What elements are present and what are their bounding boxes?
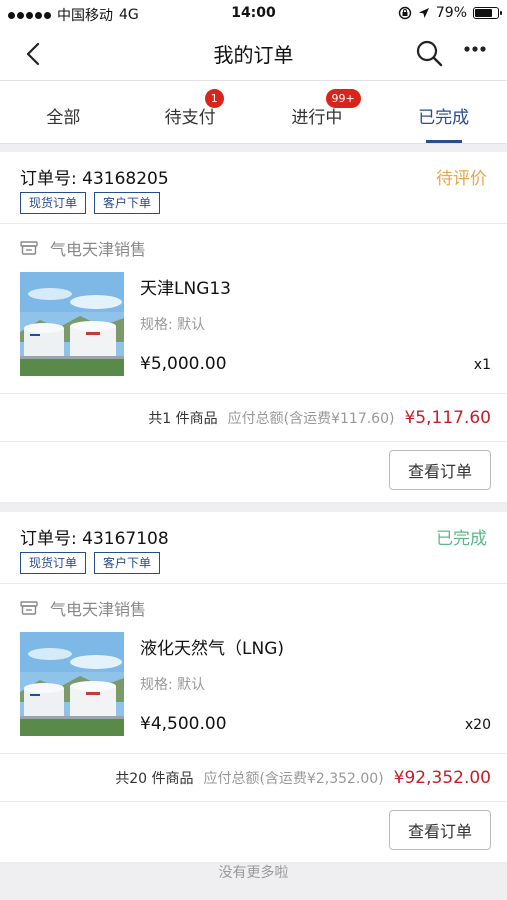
order-status: 已完成 [436, 529, 487, 549]
product-section[interactable]: 气电天津销售 天津LNG13 规格: 默认 ¥5,000.00 x1 [0, 224, 507, 394]
tab-in-progress[interactable]: 进行中 99+ [254, 81, 381, 143]
total-amount: ¥5,117.60 [404, 408, 491, 428]
order-actions: 查看订单 [0, 802, 507, 862]
product-image [20, 272, 124, 376]
product-spec: 规格: 默认 [140, 677, 206, 693]
location-arrow-icon [418, 8, 429, 18]
order-total-row: 共1 件商品 应付总额(含运费¥117.60) ¥5,117.60 [0, 394, 507, 442]
product-quantity: x1 [473, 357, 491, 373]
order-card: 订单号: 43167108 已完成 现货订单 客户下单 气电天津销售 液化天然气… [0, 512, 507, 862]
store-icon [20, 241, 38, 255]
order-actions: 查看订单 [0, 442, 507, 502]
tab-label: 已完成 [418, 108, 470, 128]
tab-pending-payment[interactable]: 待支付 1 [127, 81, 254, 143]
order-tag: 客户下单 [94, 192, 161, 214]
order-total-row: 共20 件商品 应付总额(含运费¥2,352.00) ¥92,352.00 [0, 754, 507, 802]
product-quantity: x20 [464, 717, 491, 733]
product-section[interactable]: 气电天津销售 液化天然气（LNG) 规格: 默认 ¥4,500.00 x20 [0, 584, 507, 754]
shop-name: 气电天津销售 [50, 600, 147, 619]
product-price: ¥4,500.00 [140, 714, 227, 734]
total-label: 应付总额(含运费¥117.60) [227, 411, 395, 427]
search-icon[interactable] [413, 37, 445, 69]
order-header: 订单号: 43167108 已完成 现货订单 客户下单 [0, 512, 507, 584]
order-status: 待评价 [436, 169, 487, 189]
total-label: 应付总额(含运费¥2,352.00) [203, 771, 384, 787]
order-tags: 现货订单 客户下单 [20, 552, 161, 574]
shop-row: 气电天津销售 [20, 596, 146, 620]
product-name: 液化天然气（LNG) [140, 639, 284, 659]
order-tag: 客户下单 [94, 552, 161, 574]
store-icon [20, 601, 38, 615]
order-tags: 现货订单 客户下单 [20, 192, 161, 214]
shop-row: 气电天津销售 [20, 236, 146, 260]
order-tag: 现货订单 [20, 192, 87, 214]
status-bar: 中国移动 4G 14:00 79% [0, 0, 507, 28]
order-tag: 现货订单 [20, 552, 87, 574]
no-more-footer: 没有更多啦 [218, 865, 289, 881]
total-amount: ¥92,352.00 [393, 768, 491, 788]
product-name: 天津LNG13 [140, 279, 231, 299]
product-image [20, 632, 124, 736]
tab-label: 进行中 [291, 108, 343, 128]
status-bar-right: 79% [398, 5, 502, 21]
order-header: 订单号: 43168205 待评价 现货订单 客户下单 [0, 152, 507, 224]
battery-percent: 79% [435, 5, 467, 21]
item-count: 共20 件商品 [115, 771, 194, 787]
tab-label: 全部 [46, 108, 81, 128]
tab-count-badge: 1 [204, 89, 224, 108]
tab-label: 待支付 [164, 108, 216, 128]
rotation-lock-icon [398, 6, 412, 20]
order-totals: 共1 件商品 应付总额(含运费¥117.60) ¥5,117.60 [148, 408, 491, 428]
product-price: ¥5,000.00 [140, 354, 227, 374]
tab-all[interactable]: 全部 [0, 81, 127, 143]
order-card: 订单号: 43168205 待评价 现货订单 客户下单 气电天津销售 天津LNG… [0, 152, 507, 502]
view-order-button[interactable]: 查看订单 [389, 450, 491, 490]
nav-bar: 我的订单 [0, 28, 507, 80]
order-number: 订单号: 43167108 [20, 529, 169, 549]
more-dots-icon[interactable] [459, 37, 491, 69]
order-tabs: 全部 待支付 1 进行中 99+ 已完成 [0, 80, 507, 144]
tab-count-badge: 99+ [325, 89, 361, 108]
view-order-button[interactable]: 查看订单 [389, 810, 491, 850]
product-spec: 规格: 默认 [140, 317, 206, 333]
battery-fill [475, 9, 493, 17]
order-number: 订单号: 43168205 [20, 169, 169, 189]
battery-icon [473, 7, 502, 19]
item-count: 共1 件商品 [148, 411, 218, 427]
shop-name: 气电天津销售 [50, 240, 147, 259]
order-totals: 共20 件商品 应付总额(含运费¥2,352.00) ¥92,352.00 [115, 768, 491, 788]
tab-completed[interactable]: 已完成 [380, 81, 507, 143]
